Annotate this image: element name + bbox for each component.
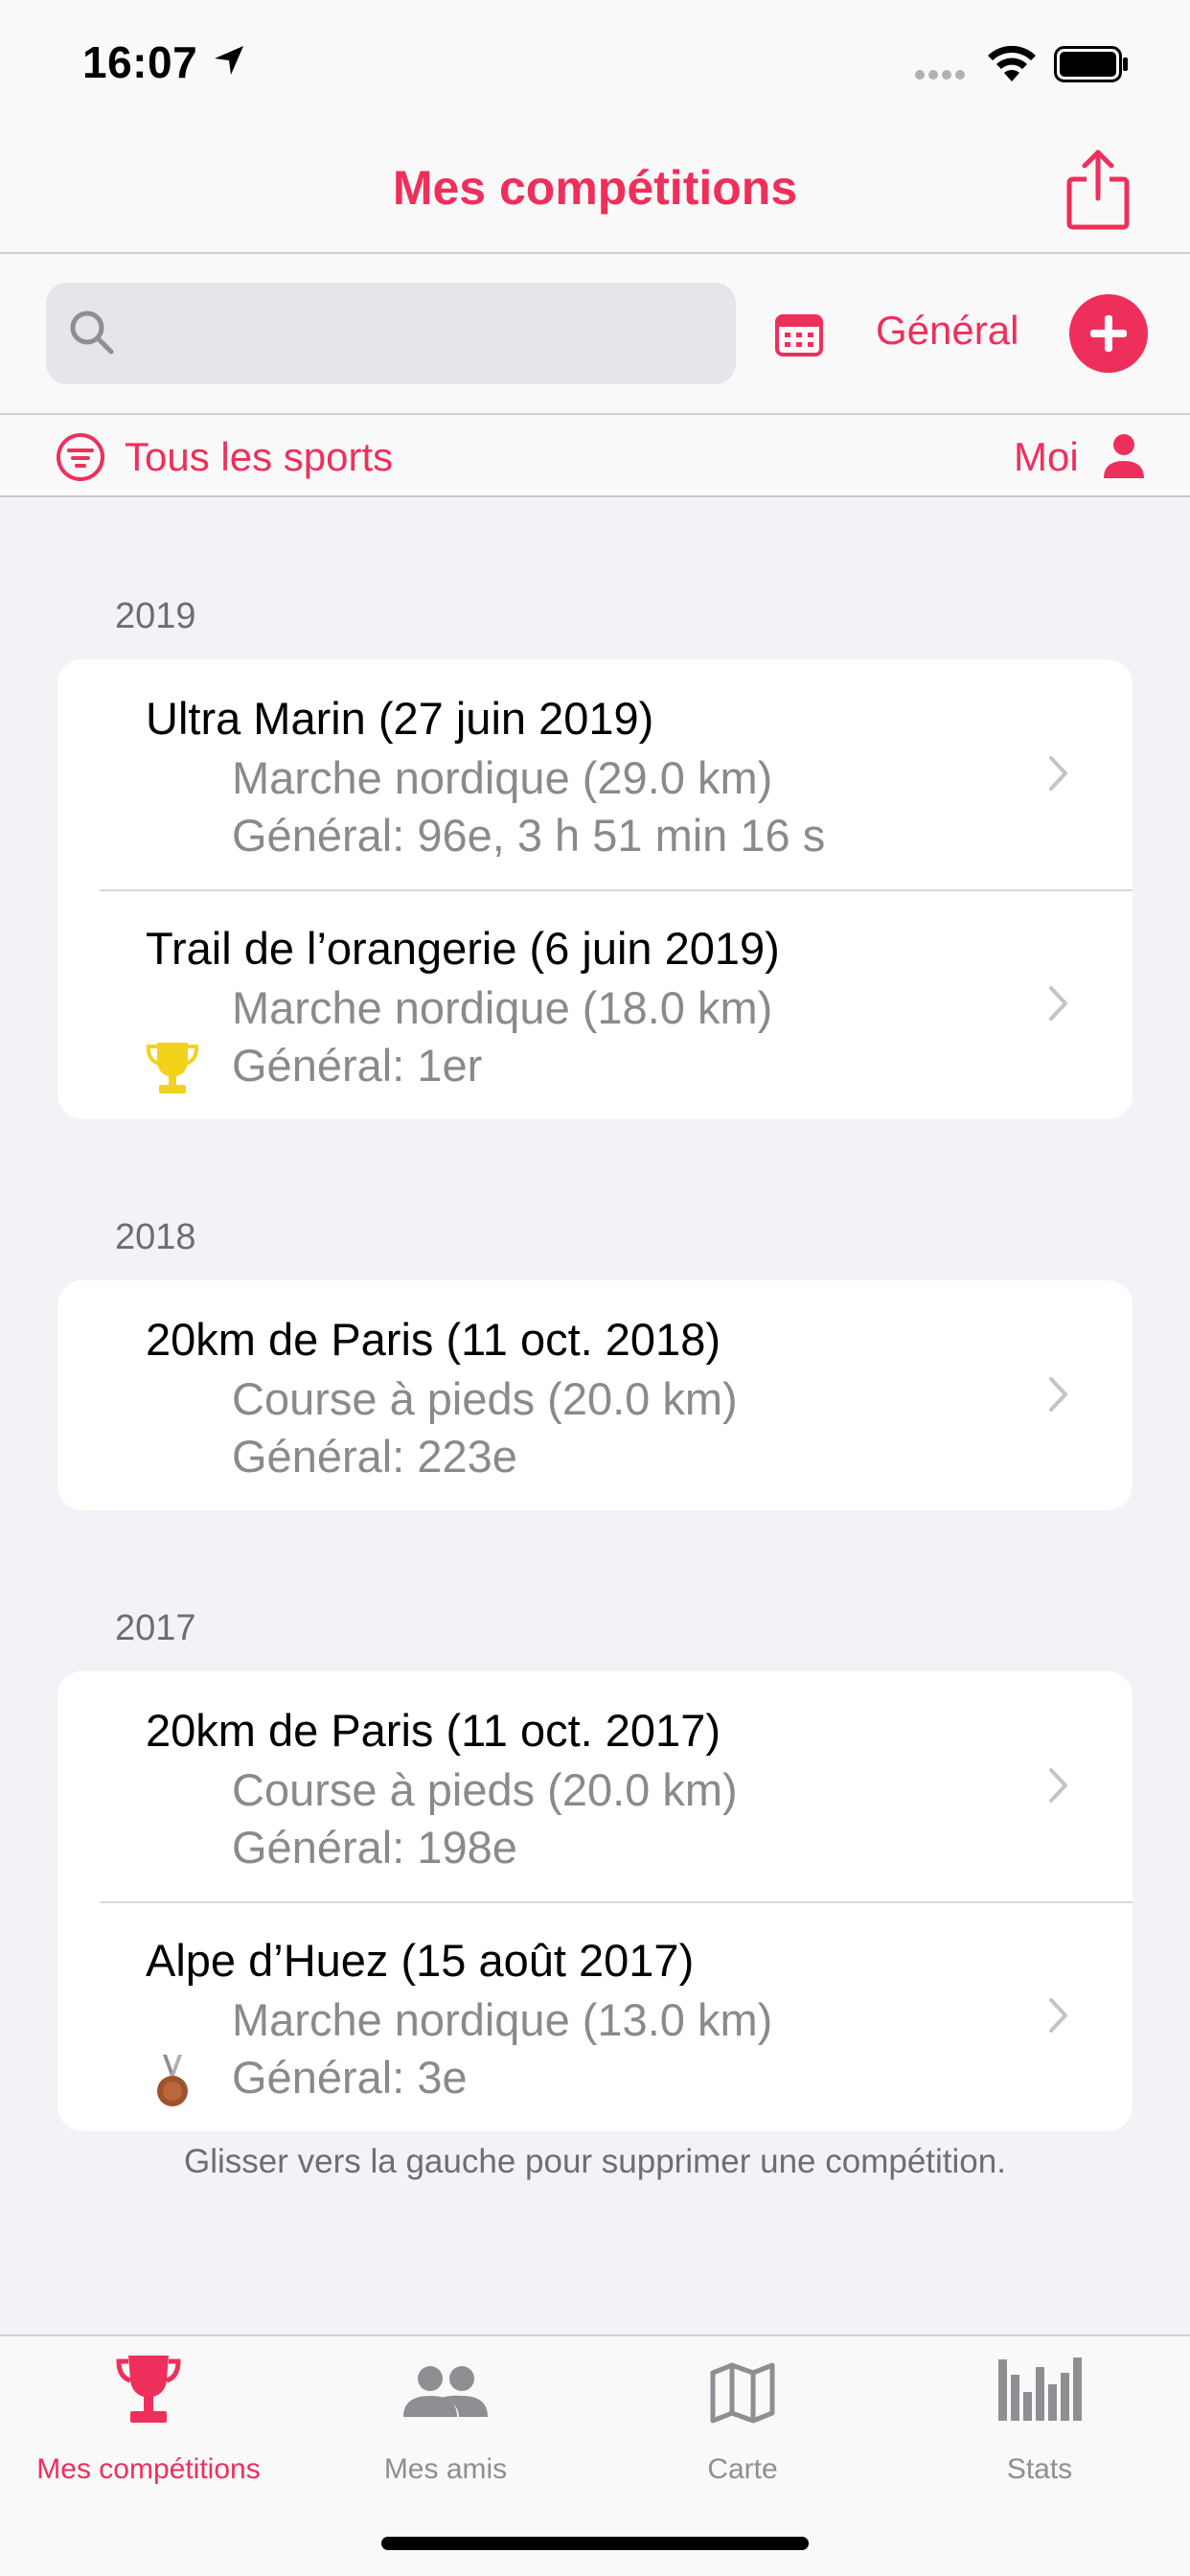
sports-filter-button[interactable]: Tous les sports [125, 434, 393, 480]
tab-label: Carte [707, 2453, 778, 2485]
status-bar: 16:07 [0, 0, 1190, 129]
competition-list-2019: Ultra Marin (27 juin 2019) Marche nordiq… [57, 659, 1133, 1119]
person-icon[interactable] [1102, 432, 1146, 480]
section-header-2018: 2018 [115, 1217, 196, 1257]
list-item[interactable]: 20km de Paris (11 oct. 2017) Course à pi… [57, 1671, 1133, 1901]
search-field[interactable] [46, 283, 736, 384]
trophy-icon [116, 2356, 181, 2423]
tab-label: Mes amis [383, 2453, 508, 2485]
search-icon [70, 310, 114, 355]
chevron-right-icon [1049, 1768, 1067, 1803]
battery-icon [1054, 46, 1128, 82]
tab-my-competitions[interactable]: Mes compétitions [0, 2354, 297, 2497]
list-item[interactable]: Trail de l’orangerie (6 juin 2019) March… [57, 889, 1133, 1119]
wifi-icon [988, 45, 1036, 81]
home-indicator[interactable] [381, 2537, 809, 2550]
status-time: 16:07 [82, 37, 198, 87]
search-input[interactable] [123, 302, 717, 365]
section-header-2017: 2017 [115, 1608, 196, 1648]
list-item[interactable]: 20km de Paris (11 oct. 2018) Course à pi… [57, 1280, 1133, 1510]
chevron-right-icon [1049, 1998, 1067, 2033]
filter-bar: Tous les sports Moi [0, 415, 1190, 497]
competition-sport: Course à pieds (20.0 km) [232, 1373, 738, 1424]
competition-result: Général: 198e [232, 1822, 517, 1873]
competition-result: Général: 3e [232, 2052, 468, 2103]
map-icon [710, 2362, 775, 2424]
list-item[interactable]: Ultra Marin (27 juin 2019) Marche nordiq… [57, 659, 1133, 889]
list-item[interactable]: Alpe d’Huez (15 août 2017) Marche nordiq… [57, 1901, 1133, 2131]
chevron-right-icon [1049, 1377, 1067, 1412]
bronze-medal-icon [157, 2055, 188, 2106]
bar-chart-icon [998, 2358, 1082, 2421]
tab-map[interactable]: Carte [594, 2354, 891, 2497]
competition-sport: Marche nordique (29.0 km) [232, 752, 773, 803]
competition-title: Ultra Marin (27 juin 2019) [146, 693, 654, 744]
tab-label: Stats [1006, 2453, 1073, 2485]
competition-title: 20km de Paris (11 oct. 2018) [146, 1314, 721, 1365]
general-button[interactable]: Général [876, 308, 1018, 354]
competition-list-2018: 20km de Paris (11 oct. 2018) Course à pi… [57, 1280, 1133, 1510]
location-arrow-icon [215, 46, 243, 75]
calendar-icon[interactable] [774, 311, 824, 357]
filter-icon[interactable] [56, 432, 105, 482]
tab-my-friends[interactable]: Mes amis [297, 2354, 594, 2497]
competition-title: 20km de Paris (11 oct. 2017) [146, 1705, 721, 1756]
tab-stats[interactable]: Stats [891, 2354, 1188, 2497]
trophy-icon [146, 1043, 199, 1093]
add-competition-button[interactable] [1069, 294, 1148, 373]
chevron-right-icon [1049, 986, 1067, 1021]
chevron-right-icon [1049, 756, 1067, 791]
competition-result: Général: 223e [232, 1431, 517, 1482]
me-filter-button[interactable]: Moi [1014, 434, 1079, 480]
competition-result: Général: 1er [232, 1040, 483, 1091]
share-icon[interactable] [1064, 149, 1133, 231]
signal-icon [915, 70, 965, 80]
competition-list-2017: 20km de Paris (11 oct. 2017) Course à pi… [57, 1671, 1133, 2131]
competition-title: Alpe d’Huez (15 août 2017) [146, 1935, 695, 1986]
competition-title: Trail de l’orangerie (6 juin 2019) [146, 923, 780, 974]
competition-sport: Marche nordique (18.0 km) [232, 982, 773, 1033]
navigation-bar: Mes compétitions [0, 129, 1190, 254]
section-header-2019: 2019 [115, 596, 196, 636]
tab-label: Mes compétitions [36, 2453, 261, 2485]
competition-result: Général: 96e, 3 h 51 min 16 s [232, 810, 826, 861]
page-title: Mes compétitions [392, 161, 798, 215]
competition-sport: Course à pieds (20.0 km) [232, 1764, 738, 1815]
people-icon [403, 2366, 488, 2417]
competition-sport: Marche nordique (13.0 km) [232, 1994, 773, 2045]
search-toolbar: Général [0, 254, 1190, 415]
swipe-hint: Glisser vers la gauche pour supprimer un… [184, 2143, 1006, 2180]
